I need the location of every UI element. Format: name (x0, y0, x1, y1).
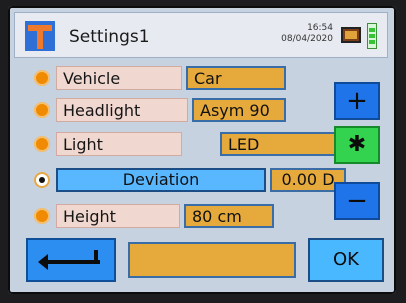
back-button[interactable] (26, 238, 116, 282)
device-icon (341, 27, 361, 43)
device-screen: Settings1 16:54 08/04/2020 Vehicle Car H… (8, 6, 396, 294)
battery-icon (367, 23, 377, 49)
deviation-button[interactable]: Deviation (56, 168, 266, 192)
value-height[interactable]: 80 cm (184, 204, 274, 228)
radio-vehicle[interactable] (34, 70, 50, 86)
back-arrow-icon (38, 250, 100, 270)
plus-button[interactable]: + (334, 82, 380, 120)
date-text: 08/04/2020 (281, 34, 333, 44)
label-height: Height (56, 204, 180, 228)
value-light[interactable]: LED (220, 132, 346, 156)
setting-row-vehicle[interactable]: Vehicle Car (28, 64, 324, 92)
page-title: Settings1 (69, 27, 150, 47)
title-bar: Settings1 16:54 08/04/2020 (14, 12, 388, 58)
message-field (128, 242, 296, 278)
clock: 16:54 08/04/2020 (273, 23, 333, 45)
time-text: 16:54 (307, 23, 333, 33)
setting-row-headlight[interactable]: Headlight Asym 90 (28, 96, 324, 124)
radio-deviation[interactable] (34, 172, 50, 188)
radio-height[interactable] (34, 208, 50, 224)
value-vehicle[interactable]: Car (186, 66, 286, 90)
ok-button[interactable]: OK (308, 238, 384, 282)
minus-button[interactable]: − (334, 182, 380, 220)
setting-row-height[interactable]: Height 80 cm (28, 202, 324, 230)
label-light: Light (56, 132, 182, 156)
label-headlight: Headlight (56, 98, 188, 122)
radio-light[interactable] (34, 136, 50, 152)
app-logo-icon (25, 21, 55, 51)
setting-row-deviation[interactable]: Deviation 0.00 D (28, 166, 346, 194)
value-headlight[interactable]: Asym 90 (192, 98, 286, 122)
center-button[interactable]: ✱ (334, 126, 380, 164)
setting-row-light[interactable]: Light LED (28, 130, 346, 158)
label-vehicle: Vehicle (56, 66, 182, 90)
radio-headlight[interactable] (34, 102, 50, 118)
